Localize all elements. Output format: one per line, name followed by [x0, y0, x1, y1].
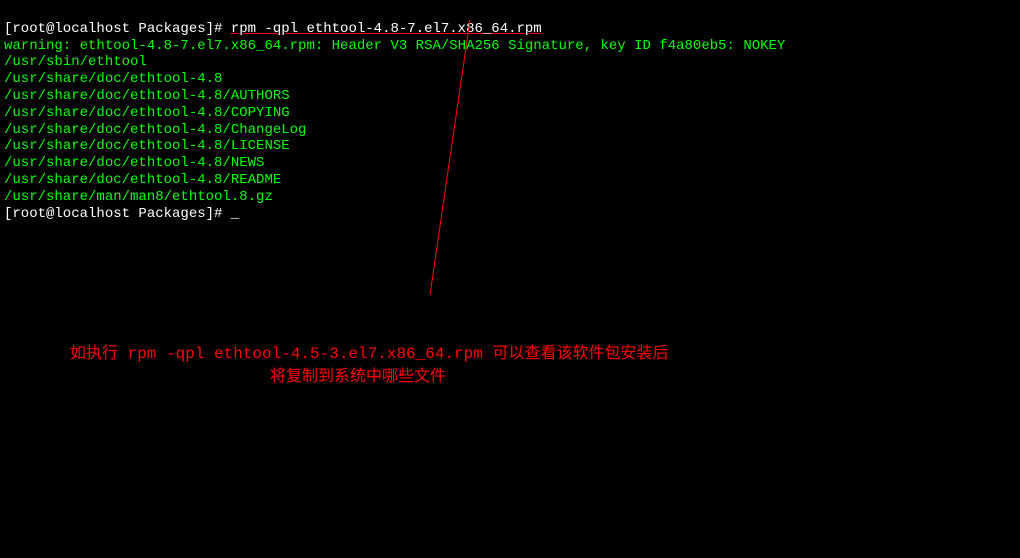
warning-line: warning: ethtool-4.8-7.el7.x86_64.rpm: H…	[4, 38, 785, 54]
terminal-output: [root@localhost Packages]# rpm -qpl etht…	[0, 0, 1020, 226]
shell-prompt: [root@localhost Packages]#	[4, 206, 231, 222]
file-path: /usr/share/doc/ethtool-4.8/AUTHORS	[4, 88, 290, 104]
shell-prompt: [root@localhost Packages]#	[4, 21, 231, 37]
file-path: /usr/share/doc/ethtool-4.8	[4, 71, 222, 87]
file-path: /usr/share/doc/ethtool-4.8/NEWS	[4, 155, 264, 171]
file-path: /usr/share/doc/ethtool-4.8/COPYING	[4, 105, 290, 121]
file-path: /usr/sbin/ethtool	[4, 54, 147, 70]
annotation-line2: 将复制到系统中哪些文件	[270, 368, 446, 387]
file-path: /usr/share/doc/ethtool-4.8/LICENSE	[4, 138, 290, 154]
file-path: /usr/share/doc/ethtool-4.8/README	[4, 172, 281, 188]
annotation-line1: 如执行 rpm -qpl ethtool-4.5-3.el7.x86_64.rp…	[70, 345, 668, 364]
command-text: rpm -qpl ethtool-4.8-7.el7.x86_64.rpm	[231, 21, 542, 37]
file-path: /usr/share/man/man8/ethtool.8.gz	[4, 189, 273, 205]
file-path: /usr/share/doc/ethtool-4.8/ChangeLog	[4, 122, 306, 138]
cursor[interactable]: _	[231, 206, 239, 222]
